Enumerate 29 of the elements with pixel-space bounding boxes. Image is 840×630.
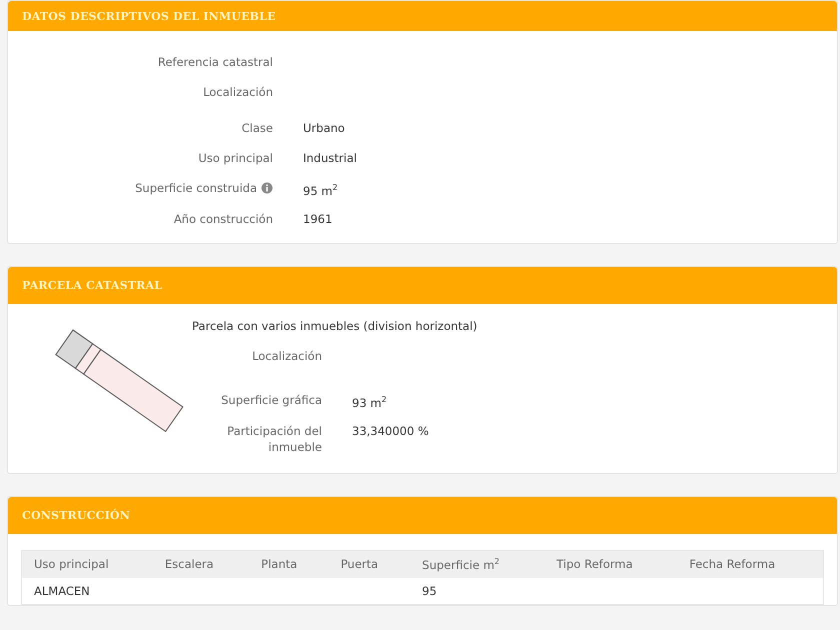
field-label: Referencia catastral: [158, 54, 273, 70]
field-label: Año construcción: [174, 210, 273, 227]
column-header: Superficie m$^{2}$: [410, 550, 544, 578]
column-header: Planta: [249, 550, 329, 578]
column-header: Fecha Reforma: [677, 550, 824, 578]
field-label: Uso principal: [198, 150, 273, 166]
field-label: Participación del inmueble: [226, 422, 322, 455]
field-value: Urbano: [303, 120, 345, 136]
field-value: 33,340000 %: [352, 422, 429, 439]
field-label: Localización: [203, 84, 273, 100]
info-icon[interactable]: [261, 182, 273, 194]
field-value: 1961: [303, 210, 332, 227]
column-header: Uso principal: [22, 550, 153, 578]
field-label: Superficie construida: [135, 180, 257, 196]
parcel-description: Parcela con varios inmuebles (division horizontal): [192, 318, 478, 334]
field-label: Localización: [252, 348, 322, 364]
column-header: Escalera: [152, 550, 250, 578]
column-header: Tipo Reforma: [544, 550, 678, 578]
table-cell: ALMACEN: [22, 578, 153, 605]
field-label: Superficie gráfica: [221, 392, 322, 408]
panel-title: PARCELA CATASTRAL: [22, 278, 162, 292]
field-value: Industrial: [303, 150, 357, 166]
table-cell: 95: [410, 578, 544, 605]
panel-title: DATOS DESCRIPTIVOS DEL INMUEBLE: [22, 10, 276, 22]
field-value: 95 m$^{2}$: [303, 182, 338, 199]
panel-title: CONSTRUCCIÓN: [22, 508, 130, 522]
field-value: 93 m$^{2}$: [352, 394, 387, 411]
column-header: Puerta: [328, 550, 410, 578]
field-label: Clase: [242, 120, 273, 136]
